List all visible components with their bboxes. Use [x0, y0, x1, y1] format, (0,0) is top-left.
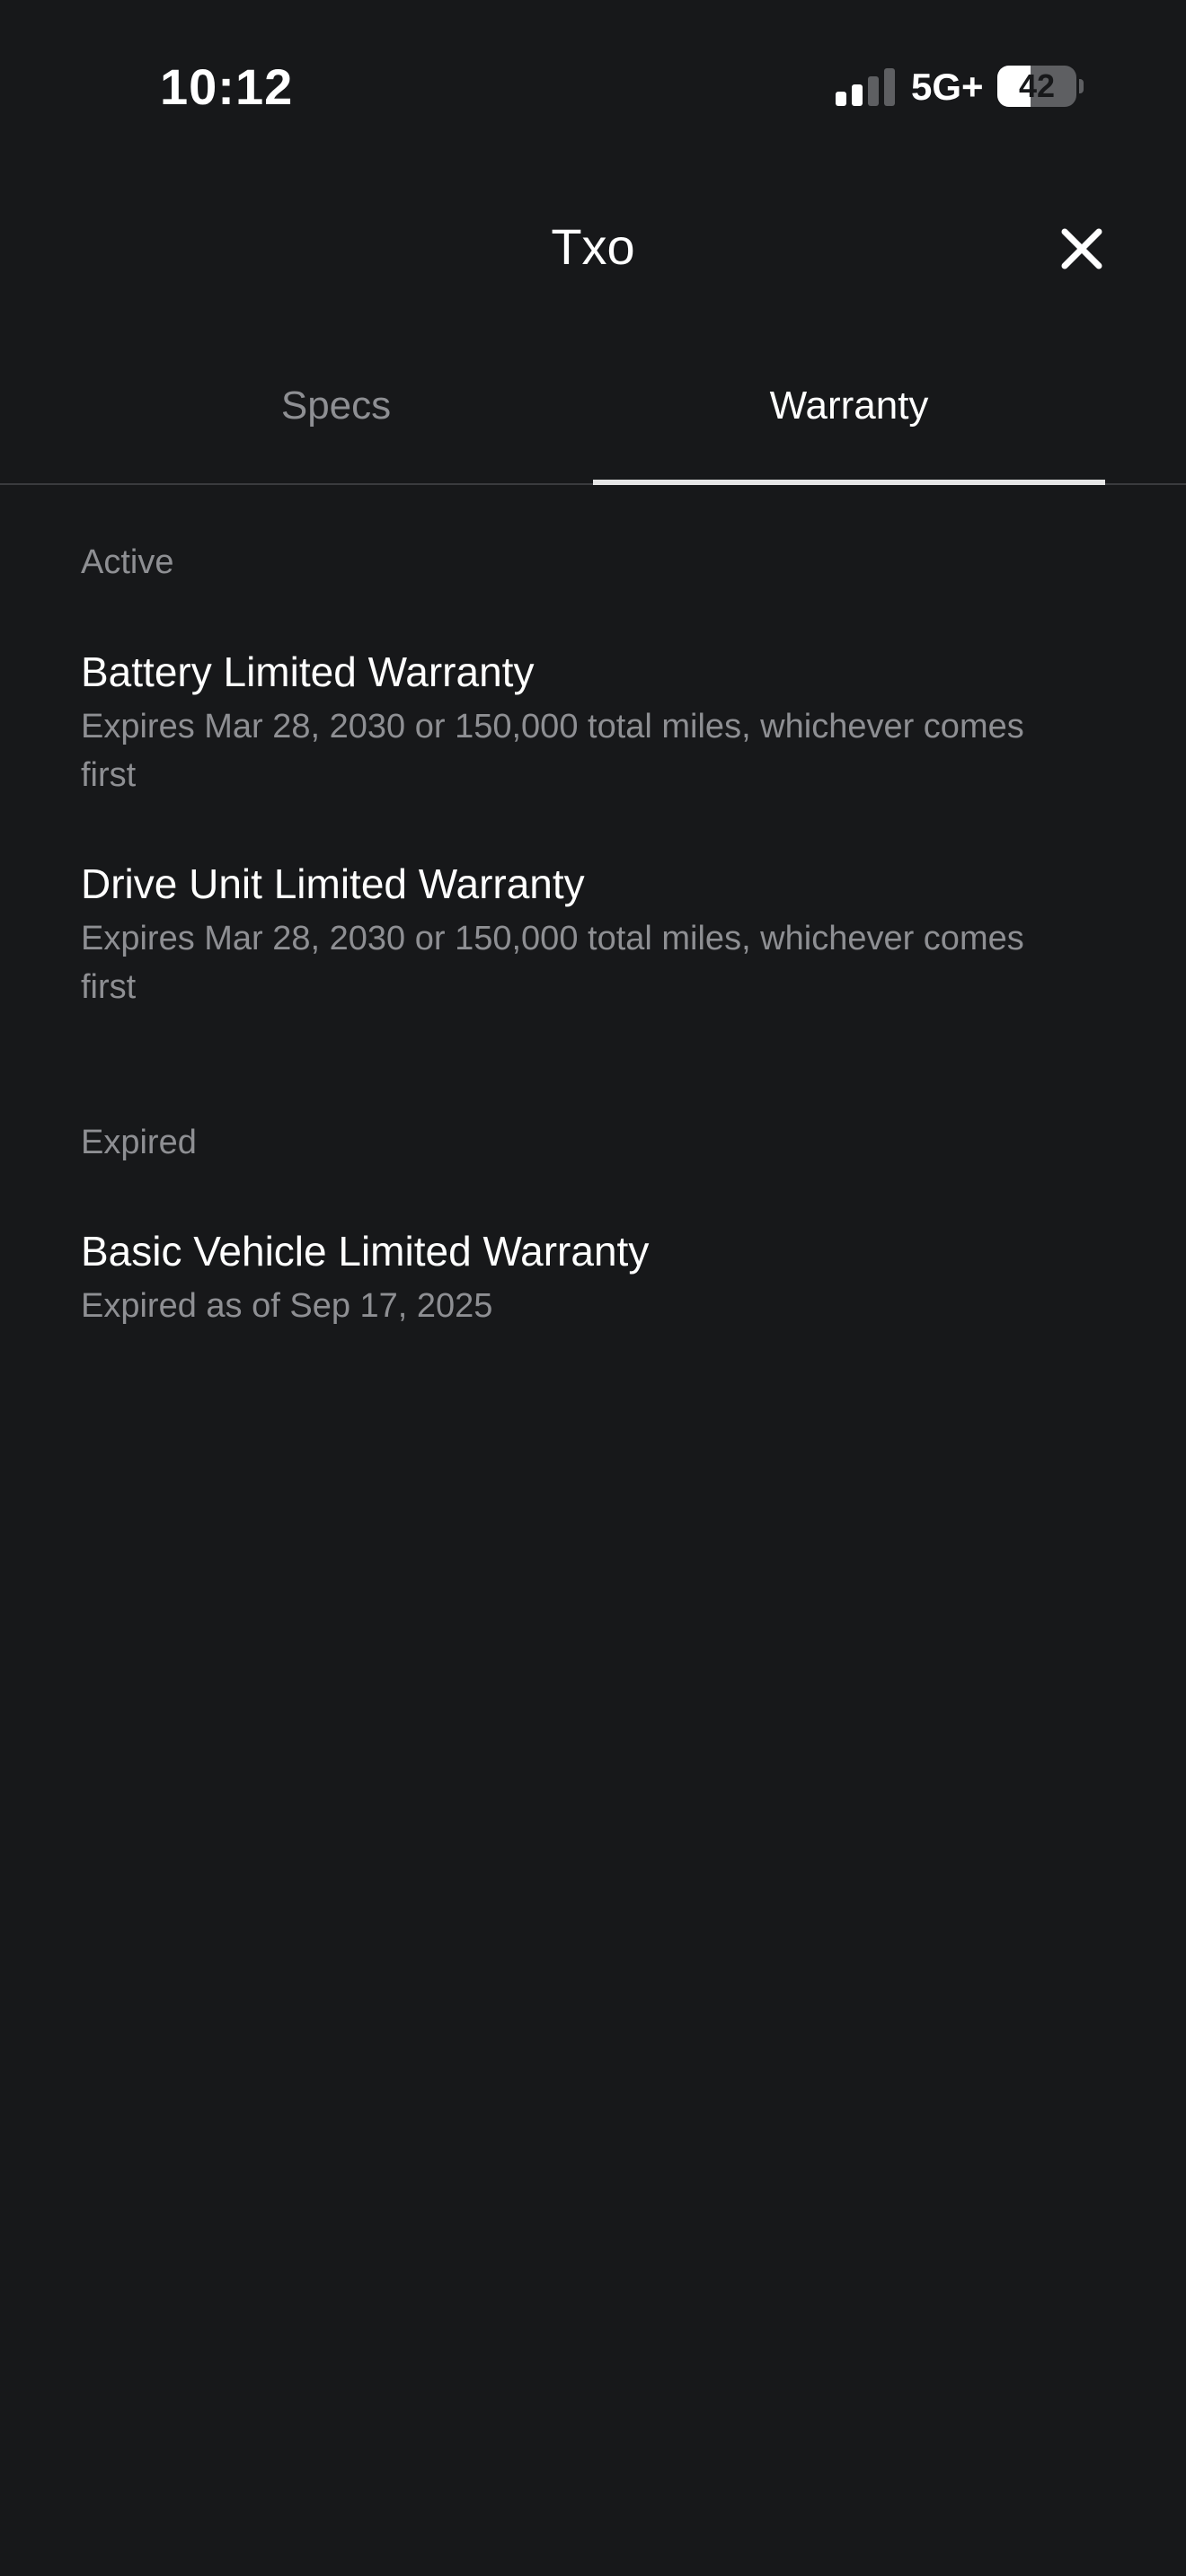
section-label-expired: Expired [81, 1124, 197, 1161]
warranty-item-drive-unit: Drive Unit Limited Warranty Expires Mar … [81, 859, 1105, 1011]
warranty-title: Drive Unit Limited Warranty [81, 860, 585, 907]
battery-nub [1079, 79, 1084, 93]
status-bar: 10:12 5G+ 42 [0, 0, 1186, 171]
warranty-title: Basic Vehicle Limited Warranty [81, 1228, 650, 1275]
cellular-signal-icon [836, 68, 895, 106]
close-button[interactable] [1053, 220, 1111, 278]
warranty-title: Battery Limited Warranty [81, 648, 535, 695]
battery-level: 42 [1018, 67, 1056, 104]
network-type: 5G+ [911, 66, 984, 108]
tab-bar: Specs Warranty [0, 359, 1186, 485]
battery-icon: 42 [997, 66, 1084, 107]
status-time: 10:12 [160, 58, 294, 115]
warranty-item-battery: Battery Limited Warranty Expires Mar 28,… [81, 647, 1105, 799]
active-tab-indicator [593, 480, 1105, 485]
signal-bar [868, 76, 879, 106]
tab-warranty-label: Warranty [769, 384, 929, 428]
warranty-description: Expired as of Sep 17, 2025 [81, 1287, 493, 1325]
close-icon [1061, 228, 1102, 269]
signal-bar [836, 92, 846, 106]
warranty-item-basic-vehicle: Basic Vehicle Limited Warranty Expired a… [81, 1226, 1105, 1330]
signal-bar [852, 84, 863, 106]
warranty-description: Expires Mar 28, 2030 or 150,000 total mi… [81, 920, 1024, 1006]
tab-warranty[interactable]: Warranty [593, 359, 1105, 485]
signal-bar [884, 68, 895, 106]
section-label-active: Active [81, 543, 174, 581]
warranty-description: Expires Mar 28, 2030 or 150,000 total mi… [81, 708, 1024, 794]
page-title: Txo [551, 218, 635, 275]
tab-specs[interactable]: Specs [81, 359, 591, 483]
